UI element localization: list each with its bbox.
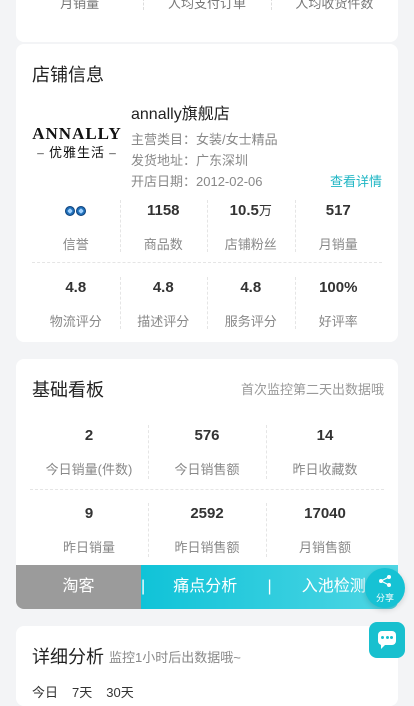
- metric-today-sales-count: 2 今日销量(件数): [30, 421, 148, 489]
- metric-label: 月销售额: [298, 540, 351, 555]
- stat-value: 517: [325, 202, 351, 219]
- stat-value: 4.8: [240, 279, 262, 296]
- stat-monthly-sales: 517 月销量: [294, 196, 383, 262]
- stat-value: 1158: [146, 202, 180, 219]
- stat-label: 月销量: [318, 237, 358, 252]
- top-summary-card: 月销量 人均支付订单 人均收货件数: [16, 0, 398, 42]
- stat-label: 描述评分: [137, 314, 190, 329]
- analysis-tabbar: 淘客 痛点分析 入池检测: [16, 565, 398, 609]
- board-row: 9 昨日销量 2592 昨日销售额 17040 月销售额: [30, 499, 384, 565]
- shop-section-title: 店铺信息: [32, 65, 104, 85]
- metric-label: 昨日销量: [62, 540, 115, 555]
- stat-label: 好评率: [318, 314, 358, 329]
- stat-value: 4.8: [65, 279, 87, 296]
- metric-value: 576: [194, 427, 220, 444]
- share-icon: [365, 574, 405, 590]
- shop-info-card: 店铺信息 ANNALLY – 优雅生活 – annally旗舰店 主营类目：女装…: [16, 44, 398, 342]
- top-label: 月销量: [60, 0, 100, 11]
- metric-yesterday-favorites: 14 昨日收藏数: [266, 421, 384, 489]
- share-label: 分享: [375, 593, 394, 603]
- crown-badge-icon: [65, 206, 87, 217]
- view-detail-link[interactable]: 查看详情: [330, 171, 382, 190]
- share-button[interactable]: 分享: [365, 568, 405, 608]
- rating-description: 4.8 描述评分: [119, 273, 208, 339]
- tab-taoke[interactable]: 淘客: [16, 565, 141, 609]
- shop-ratings-row: 4.8 物流评分 4.8 描述评分 4.8 服务评分 100% 好评率: [32, 273, 382, 339]
- stat-fans: 10.5万 店铺粉丝: [207, 196, 295, 262]
- stat-label: 物流评分: [49, 314, 102, 329]
- stat-label: 服务评分: [224, 314, 277, 329]
- metric-yesterday-sales: 9 昨日销量: [30, 499, 148, 565]
- metric-monthly-revenue: 17040 月销售额: [266, 499, 384, 565]
- shop-category: 主营类目：女装/女士精品: [131, 132, 278, 147]
- board-section-title: 基础看板: [32, 380, 104, 400]
- detail-analysis-card: 详细分析 监控1小时后出数据哦~ 今日 7天 30天: [16, 626, 398, 706]
- stat-unit: 万: [258, 203, 272, 218]
- basic-dashboard-card: 基础看板 首次监控第二天出数据哦 2 今日销量(件数) 576 今日销售额 14…: [16, 359, 398, 609]
- logo-text-cn: – 优雅生活 –: [37, 145, 117, 160]
- tab-pain-point-analysis[interactable]: 痛点分析: [141, 565, 270, 609]
- board-hint: 首次监控第二天出数据哦: [240, 382, 384, 397]
- top-summary-labels: 月销量 人均支付订单 人均收货件数: [16, 0, 398, 12]
- stat-value: 10.5: [229, 202, 259, 219]
- shop-name: annally旗舰店: [131, 106, 230, 123]
- metric-label: 今日销售额: [174, 462, 240, 477]
- top-label: 人均支付订单: [143, 0, 270, 12]
- stat-label: 商品数: [143, 237, 183, 252]
- shop-logo: ANNALLY – 优雅生活 –: [32, 124, 122, 164]
- stat-label: 店铺粉丝: [224, 237, 277, 252]
- stat-value: 100%: [319, 279, 358, 296]
- tab-group: 痛点分析 入池检测: [141, 565, 398, 609]
- metric-label: 今日销量(件数): [45, 462, 133, 477]
- logo-text-en: ANNALLY: [32, 124, 122, 143]
- metric-value: 14: [316, 427, 334, 444]
- metric-value: 2: [84, 427, 94, 444]
- detail-section-title: 详细分析: [32, 647, 104, 667]
- metric-label: 昨日销售额: [174, 540, 240, 555]
- rating-positive-rate: 100% 好评率: [294, 273, 383, 339]
- top-label: 人均收货件数: [270, 0, 398, 12]
- board-row: 2 今日销量(件数) 576 今日销售额 14 昨日收藏数: [30, 421, 384, 490]
- stat-value: 4.8: [152, 279, 174, 296]
- metric-label: 昨日收藏数: [292, 462, 358, 477]
- metric-value: 17040: [304, 505, 346, 522]
- metric-value: 2592: [190, 505, 224, 522]
- shop-address: 发货地址：广东深圳: [131, 153, 249, 168]
- chat-button[interactable]: [369, 622, 405, 658]
- shop-open-date: 开店日期：2012-02-06: [131, 174, 263, 189]
- stat-credit: 信誉: [32, 196, 120, 262]
- rating-service: 4.8 服务评分: [207, 273, 295, 339]
- stat-label: 信誉: [62, 237, 89, 252]
- metric-today-revenue: 576 今日销售额: [148, 421, 266, 489]
- detail-hint: 监控1小时后出数据哦~: [109, 650, 241, 665]
- shop-stats-row: 信誉 1158 商品数 10.5万 店铺粉丝 517 月销量: [32, 196, 382, 263]
- metric-yesterday-revenue: 2592 昨日销售额: [148, 499, 266, 565]
- rating-logistics: 4.8 物流评分: [32, 273, 120, 339]
- stat-products: 1158 商品数: [119, 196, 208, 262]
- metric-value: 9: [84, 505, 94, 522]
